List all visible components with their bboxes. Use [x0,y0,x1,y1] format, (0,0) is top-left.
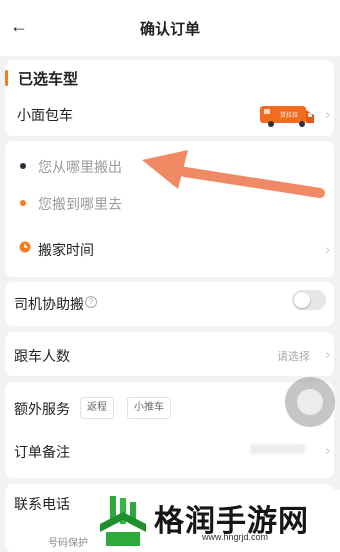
van-brand-text: 货拉拉 [280,111,298,119]
watermark-logo-icon [100,496,146,546]
order-note-label[interactable]: 订单备注 [14,442,70,462]
vehicle-chevron-icon[interactable]: › [325,106,330,122]
page-title: 确认订单 [139,21,200,38]
toggle-knob [294,292,310,308]
time-chevron-icon[interactable]: › [325,241,330,257]
section-accent-bar [5,70,8,86]
vehicle-section-title: 已选车型 [18,71,79,88]
moving-time-label[interactable]: 搬家时间 [38,240,94,260]
chip-return[interactable]: 返程 [80,397,114,419]
from-address-input[interactable]: 您从哪里搬出 [38,157,122,177]
watermark-url: www.hngrjd.com [202,532,269,542]
van-image: 货拉拉 [260,106,314,127]
contact-label[interactable]: 联系电话 [14,494,70,514]
passengers-chevron-icon[interactable]: › [325,346,330,362]
extra-service-label: 额外服务 [14,401,70,417]
privacy-hint: 号码保护 [48,538,88,549]
chip-cart[interactable]: 小推车 [127,397,171,419]
from-dot-icon [20,163,26,169]
floating-assist-button[interactable] [285,377,335,427]
question-circle-icon[interactable]: ? [85,296,97,308]
driver-help-label: 司机协助搬 [14,296,84,312]
floating-button-inner [297,389,323,415]
annotation-arrow-icon [142,150,325,198]
top-bar: ← 确认订单 [0,0,340,56]
to-dot-icon [20,200,26,206]
clock-icon [19,241,31,253]
order-note-chevron-icon[interactable]: › [325,442,330,458]
watermark: 格润手游网 www.hngrjd.com [92,490,340,552]
passengers-label: 跟车人数 [14,348,70,364]
driver-help-toggle[interactable] [292,290,326,310]
to-address-input[interactable]: 您搬到哪里去 [38,194,122,214]
passengers-select[interactable]: 请选择 [277,348,310,364]
vehicle-name[interactable]: 小面包车 [17,105,73,125]
order-note-value [250,444,305,454]
